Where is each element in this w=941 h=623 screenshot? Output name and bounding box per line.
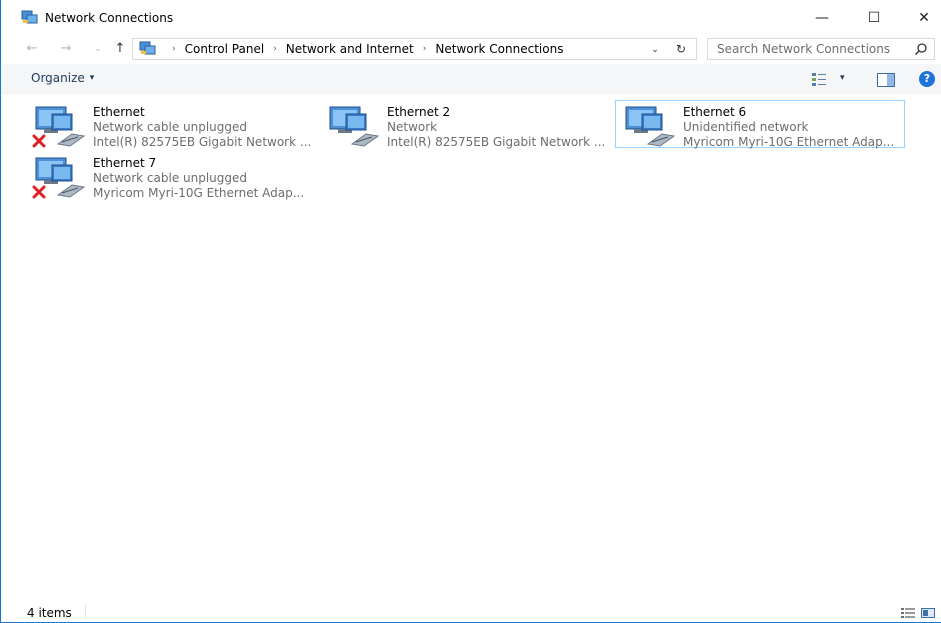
breadcrumb-separator[interactable]: › bbox=[273, 44, 277, 54]
breadcrumb-network-connections[interactable]: Network Connections bbox=[435, 42, 563, 56]
connection-status: Network cable unplugged bbox=[93, 171, 248, 185]
connection-item-ethernet[interactable]: Ethernet Network cable unplugged Intel(R… bbox=[25, 100, 315, 150]
command-bar: Organize ▾ ▾ ? bbox=[1, 64, 941, 94]
details-view-icon[interactable] bbox=[901, 608, 915, 618]
close-button[interactable]: ✕ bbox=[901, 0, 941, 36]
cable-unplugged-icon bbox=[32, 185, 46, 199]
organize-label: Organize bbox=[31, 71, 85, 85]
title-bar[interactable]: Network Connections — ☐ ✕ bbox=[1, 0, 941, 36]
network-adapter-icon bbox=[625, 106, 676, 147]
up-button[interactable]: ↑ bbox=[111, 39, 129, 59]
large-icons-view-icon[interactable] bbox=[921, 608, 935, 618]
breadcrumb-separator[interactable]: › bbox=[423, 44, 427, 54]
connection-name: Ethernet 6 bbox=[683, 105, 747, 119]
status-bar: 4 items bbox=[1, 600, 941, 622]
connection-status: Unidentified network bbox=[683, 120, 809, 134]
connection-status: Network cable unplugged bbox=[93, 120, 248, 134]
back-button[interactable]: ← bbox=[23, 39, 41, 59]
change-view-icon[interactable] bbox=[811, 71, 827, 87]
connection-details: Ethernet 7 Network cable unplugged Myric… bbox=[93, 156, 313, 201]
connection-name: Ethernet 2 bbox=[387, 105, 451, 119]
minimize-button[interactable]: — bbox=[799, 0, 845, 36]
connection-name: Ethernet 7 bbox=[93, 156, 157, 170]
search-box[interactable]: Search Network Connections bbox=[707, 38, 935, 60]
refresh-button[interactable]: ↻ bbox=[673, 41, 689, 57]
connection-device: Intel(R) 82575EB Gigabit Network ... bbox=[387, 135, 606, 149]
network-connections-icon bbox=[21, 10, 38, 24]
connection-device: Myricom Myri-10G Ethernet Adap... bbox=[683, 135, 895, 149]
connections-view: Ethernet Network cable unplugged Intel(R… bbox=[1, 95, 941, 600]
connection-details: Ethernet 6 Unidentified network Myricom … bbox=[683, 105, 903, 150]
search-icon[interactable] bbox=[914, 42, 928, 56]
connection-status: Network bbox=[387, 120, 438, 134]
view-options-dropdown[interactable]: ▾ bbox=[840, 73, 845, 83]
connection-name: Ethernet bbox=[93, 105, 145, 119]
preview-pane-icon[interactable] bbox=[877, 73, 895, 87]
chevron-down-icon: ▾ bbox=[89, 73, 95, 83]
address-bar[interactable]: › Control Panel › Network and Internet ›… bbox=[132, 38, 697, 60]
organize-button[interactable]: Organize ▾ bbox=[31, 71, 94, 85]
cable-unplugged-icon bbox=[32, 134, 46, 148]
breadcrumb-separator[interactable]: › bbox=[172, 44, 176, 54]
connection-device: Myricom Myri-10G Ethernet Adap... bbox=[93, 186, 305, 200]
connection-item-ethernet-2[interactable]: Ethernet 2 Network Intel(R) 82575EB Giga… bbox=[319, 100, 609, 150]
navigation-row: ← → ⌄ ↑ › Control Panel › Network and In… bbox=[1, 36, 941, 62]
connection-item-ethernet-7[interactable]: Ethernet 7 Network cable unplugged Myric… bbox=[25, 151, 315, 201]
breadcrumb-control-panel[interactable]: Control Panel bbox=[185, 42, 265, 56]
connection-details: Ethernet Network cable unplugged Intel(R… bbox=[93, 105, 313, 150]
explorer-window: Network Connections — ☐ ✕ ← → ⌄ ↑ › Cont… bbox=[0, 0, 941, 623]
status-divider bbox=[85, 604, 86, 618]
window-title: Network Connections bbox=[45, 11, 174, 25]
forward-button[interactable]: → bbox=[57, 39, 75, 59]
network-connections-icon bbox=[139, 41, 156, 55]
network-adapter-icon bbox=[329, 106, 380, 147]
connection-item-ethernet-6[interactable]: Ethernet 6 Unidentified network Myricom … bbox=[615, 100, 905, 150]
item-count: 4 items bbox=[27, 606, 72, 620]
connection-details: Ethernet 2 Network Intel(R) 82575EB Giga… bbox=[387, 105, 607, 150]
search-input[interactable]: Search Network Connections bbox=[717, 42, 890, 56]
recent-locations-button[interactable]: ⌄ bbox=[89, 39, 107, 59]
breadcrumb-network-and-internet[interactable]: Network and Internet bbox=[286, 42, 414, 56]
help-icon[interactable]: ? bbox=[919, 71, 935, 87]
connection-device: Intel(R) 82575EB Gigabit Network ... bbox=[93, 135, 312, 149]
maximize-button[interactable]: ☐ bbox=[851, 0, 897, 36]
breadcrumb: › Control Panel › Network and Internet ›… bbox=[163, 42, 563, 56]
address-dropdown-button[interactable]: ⌄ bbox=[648, 43, 662, 57]
